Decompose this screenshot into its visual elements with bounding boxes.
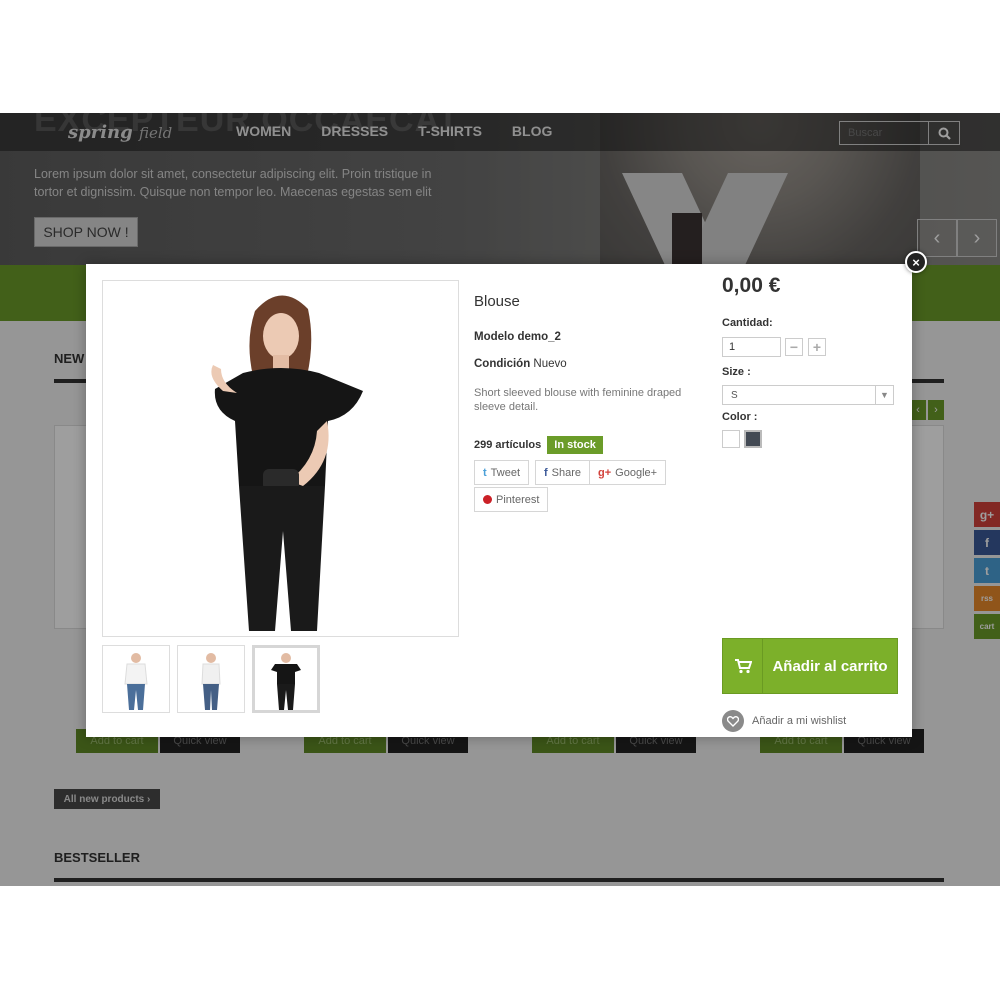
model-value: demo_2 <box>517 331 561 343</box>
model-label: Modelo <box>474 331 515 343</box>
product-photo <box>103 281 458 636</box>
add-to-cart-label: Añadir al carrito <box>772 657 888 675</box>
stock-badge: In stock <box>547 436 603 454</box>
thumbnail-image[interactable] <box>102 645 170 713</box>
size-selected-value: S <box>731 389 738 401</box>
stock-info: 299 artículos In stock <box>474 436 603 454</box>
condition-label: Condición <box>474 358 531 370</box>
thumbnail-photo <box>201 653 221 710</box>
product-main-image[interactable] <box>102 280 459 637</box>
heart-icon <box>722 710 744 732</box>
wishlist-label: Añadir a mi wishlist <box>752 715 847 727</box>
facebook-icon: f <box>544 466 548 479</box>
quantity-increase-button[interactable]: + <box>808 338 826 356</box>
pinterest-button[interactable]: Pinterest <box>474 487 549 512</box>
wishlist-link[interactable]: Añadir a mi wishlist <box>722 710 846 732</box>
facebook-share-button[interactable]: f Share <box>535 460 591 485</box>
share-label: Share <box>551 466 582 479</box>
thumbnail-photo <box>271 653 301 710</box>
product-description: Short sleeved blouse with feminine drape… <box>474 387 682 413</box>
product-thumbnails <box>102 645 320 713</box>
size-label: Size : <box>722 366 751 378</box>
quantity-available: 299 artículos <box>474 439 542 451</box>
color-swatch-dark-selected[interactable] <box>744 430 762 448</box>
quantity-input[interactable]: 1 <box>722 337 781 357</box>
tweet-label: Tweet <box>490 466 521 479</box>
color-swatch-white[interactable] <box>722 430 740 448</box>
condition-value: Nuevo <box>533 358 567 370</box>
product-condition: Condición Nuevo <box>474 358 567 370</box>
color-label: Color : <box>722 411 758 423</box>
thumbnail-image-selected[interactable] <box>252 645 320 713</box>
chevron-down-icon: ▼ <box>875 386 893 404</box>
quick-view-modal: Blouse Modelo demo_2 Condición Nuevo Sho… <box>86 264 912 737</box>
google-plus-label: Google+ <box>615 466 658 479</box>
twitter-icon: t <box>483 466 487 479</box>
size-select[interactable]: S ▼ <box>722 385 894 405</box>
quantity-decrease-button[interactable]: − <box>785 338 803 356</box>
thumbnail-photo <box>124 653 148 710</box>
pinterest-icon <box>483 495 492 504</box>
add-to-cart-button[interactable]: Añadir al carrito <box>722 638 898 694</box>
thumbnail-image[interactable] <box>177 645 245 713</box>
product-title: Blouse <box>474 293 520 310</box>
product-price: 0,00 € <box>722 274 781 297</box>
quantity-label: Cantidad: <box>722 317 773 329</box>
cart-icon <box>723 639 763 693</box>
google-plus-button[interactable]: g+ Google+ <box>589 460 667 485</box>
google-plus-icon: g+ <box>598 466 612 479</box>
tweet-button[interactable]: t Tweet <box>474 460 530 485</box>
close-modal-button[interactable]: × <box>905 251 927 273</box>
screenshot-frame: EXCEPTEUR OCCAECAT spring field WOMEN DR… <box>0 113 1000 886</box>
pinterest-label: Pinterest <box>496 493 540 506</box>
product-reference: Modelo demo_2 <box>474 331 561 343</box>
